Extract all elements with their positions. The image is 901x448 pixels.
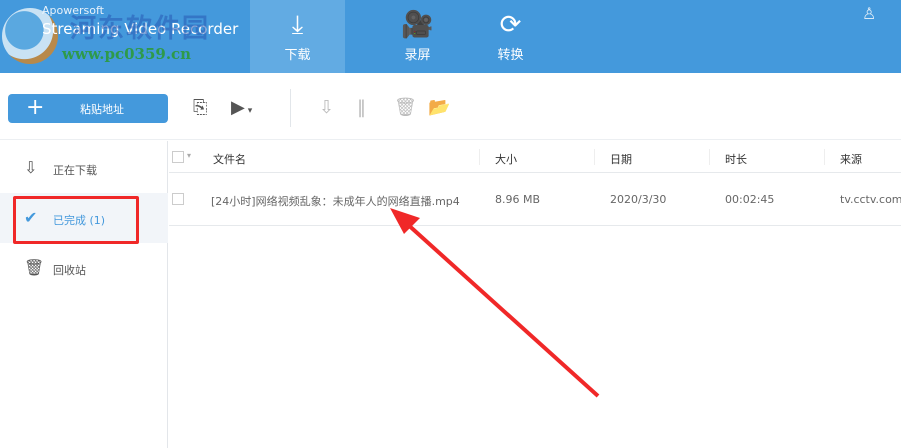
annotation-arrow [390,208,600,398]
